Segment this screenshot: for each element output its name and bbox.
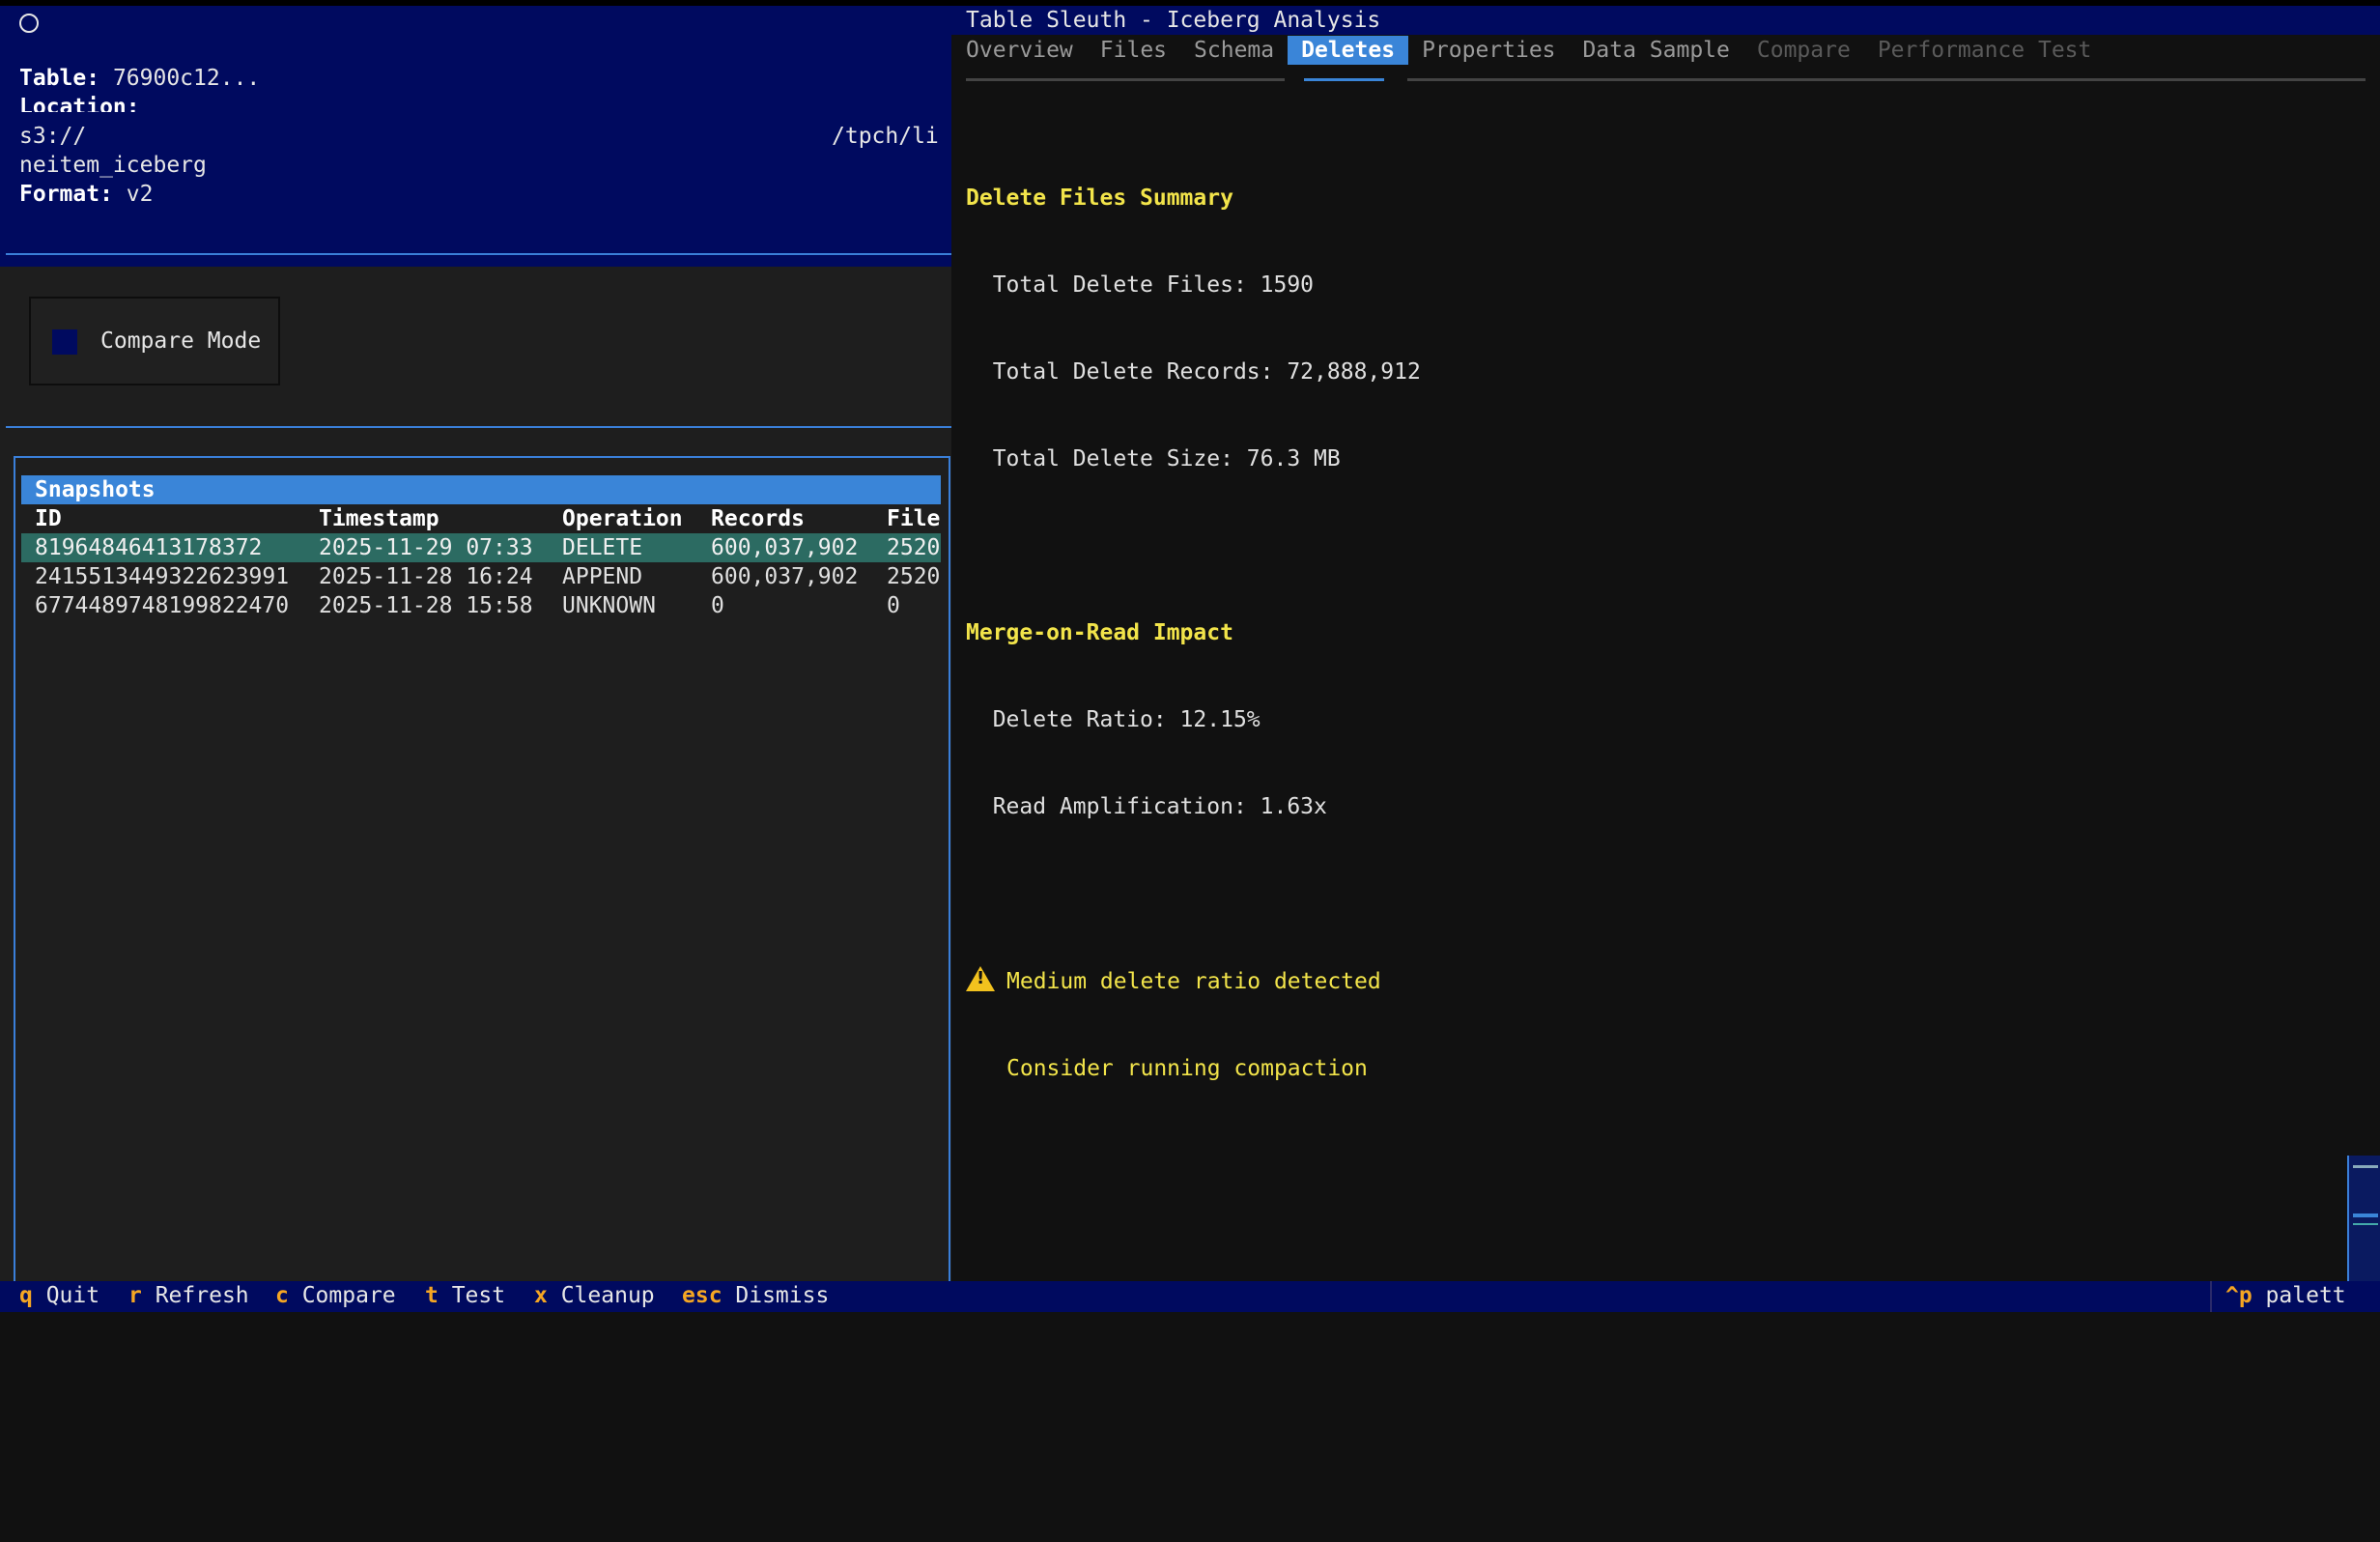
info-separator (6, 253, 951, 255)
snapshot-files: 2520 (887, 535, 941, 560)
tab-bar: Overview Files Schema Deletes Properties Data… (966, 36, 2105, 65)
snapshots-panel[interactable]: Snapshots ID Timestamp Operation Records… (14, 456, 950, 1287)
warning-triangle-icon (966, 966, 995, 991)
table-row[interactable]: 81964846413178372 2025-11-29 07:33 DELET… (21, 533, 941, 562)
key-bindings-footer: q Quit r Refresh c Compare t Test x Clea… (0, 1281, 2380, 1312)
status-circle-icon (19, 14, 39, 33)
tab-compare[interactable]: Compare (1743, 36, 1864, 65)
footer-separator (2210, 1281, 2212, 1312)
snapshots-header-row: ID Timestamp Operation Records File (21, 504, 941, 533)
tab-properties[interactable]: Properties (1408, 36, 1569, 65)
tab-files[interactable]: Files (1087, 36, 1180, 65)
impact-heading: Merge-on-Read Impact (966, 620, 1233, 645)
delete-summary-heading: Delete Files Summary (966, 186, 1233, 211)
tab-underline-active (1304, 78, 1384, 81)
warning-line-1: Medium delete ratio detected (966, 966, 1421, 996)
location-value-line2: neitem_iceberg (19, 153, 207, 178)
snapshot-id: 81964846413178372 (35, 535, 263, 560)
snapshots-title: Snapshots (21, 475, 941, 504)
location-label: Location: (19, 95, 140, 112)
read-amplification: Read Amplification: 1.63x (966, 794, 1327, 819)
table-info-panel: Table: 76900c12... Location: s3:// /tpch… (0, 6, 951, 267)
left-pane: Table: 76900c12... Location: s3:// /tpch… (0, 6, 951, 1287)
format-label: Format: (19, 182, 113, 207)
compare-separator (6, 426, 951, 428)
deletes-content: Delete Files Summary Total Delete Files:… (966, 126, 1421, 1141)
tab-schema[interactable]: Schema (1180, 36, 1288, 65)
delete-ratio: Delete Ratio: 12.15% (966, 707, 1261, 732)
snapshot-operation: DELETE (562, 535, 643, 560)
app-title: Table Sleuth - Iceberg Analysis (951, 6, 2380, 35)
tab-underline-right (1407, 78, 2366, 81)
tab-deletes[interactable]: Deletes (1288, 36, 1409, 65)
compare-mode-checkbox[interactable] (52, 329, 77, 355)
location-value-line1-tail: /tpch/li (832, 124, 939, 149)
snapshot-timestamp: 2025-11-28 16:24 (319, 564, 533, 589)
footer-compare[interactable]: c Compare (275, 1281, 396, 1310)
table-row-info: Table: 76900c12... (19, 64, 260, 93)
compare-mode-label: Compare Mode (100, 328, 262, 354)
col-header-id[interactable]: ID (35, 504, 62, 533)
location-value-line1: s3:// (19, 122, 86, 151)
col-header-timestamp[interactable]: Timestamp (319, 504, 439, 533)
tab-underline-left (966, 78, 1285, 81)
snapshot-files: 2520 (887, 564, 941, 589)
table-row[interactable]: 6774489748199822470 2025-11-28 15:58 UNK… (21, 591, 941, 620)
total-delete-files: Total Delete Files: 1590 (966, 272, 1315, 298)
tab-overview[interactable]: Overview (966, 36, 1087, 65)
minimap-line (2353, 1223, 2378, 1225)
tab-data-sample[interactable]: Data Sample (1570, 36, 1743, 65)
total-delete-records: Total Delete Records: 72,888,912 (966, 359, 1421, 385)
table-label: Table: (19, 66, 100, 91)
footer-test[interactable]: t Test (425, 1281, 505, 1310)
location-row: Location: (19, 93, 140, 112)
footer-refresh[interactable]: r Refresh (128, 1281, 249, 1310)
warning-line-2: Consider running compaction (1006, 1056, 1368, 1081)
format-row: Format: v2 (19, 180, 153, 209)
snapshot-records: 0 (711, 593, 724, 618)
col-header-operation[interactable]: Operation (562, 504, 683, 533)
col-header-files[interactable]: File (887, 504, 940, 533)
footer-quit[interactable]: q Quit (19, 1281, 99, 1310)
snapshot-files: 0 (887, 593, 900, 618)
snapshot-operation: UNKNOWN (562, 593, 656, 618)
minimap-line (2353, 1214, 2378, 1217)
snapshot-id: 6774489748199822470 (35, 593, 290, 618)
table-value: 76900c12... (99, 66, 261, 91)
col-header-records[interactable]: Records (711, 504, 805, 533)
snapshot-id: 2415513449322623991 (35, 564, 290, 589)
compare-mode-toggle[interactable]: Compare Mode (29, 297, 280, 386)
snapshot-operation: APPEND (562, 564, 643, 589)
snapshot-records: 600,037,902 (711, 535, 859, 560)
location-scheme: s3:// (19, 124, 87, 149)
minimap-line (2353, 1165, 2378, 1168)
table-row[interactable]: 2415513449322623991 2025-11-28 16:24 APP… (21, 562, 941, 591)
format-value: v2 (112, 182, 154, 207)
warning-text-1: Medium delete ratio detected (1006, 969, 1381, 994)
right-pane: Table Sleuth - Iceberg Analysis Overview… (951, 6, 2380, 1281)
snapshot-records: 600,037,902 (711, 564, 859, 589)
minimap-thumbnail[interactable] (2347, 1156, 2380, 1281)
tab-performance-test[interactable]: Performance Test (1864, 36, 2106, 65)
footer-dismiss[interactable]: esc Dismiss (682, 1281, 829, 1310)
snapshot-timestamp: 2025-11-29 07:33 (319, 535, 533, 560)
footer-palette[interactable]: ^p palett (2225, 1281, 2346, 1310)
snapshot-timestamp: 2025-11-28 15:58 (319, 593, 533, 618)
total-delete-size: Total Delete Size: 76.3 MB (966, 446, 1341, 471)
footer-cleanup[interactable]: x Cleanup (534, 1281, 655, 1310)
